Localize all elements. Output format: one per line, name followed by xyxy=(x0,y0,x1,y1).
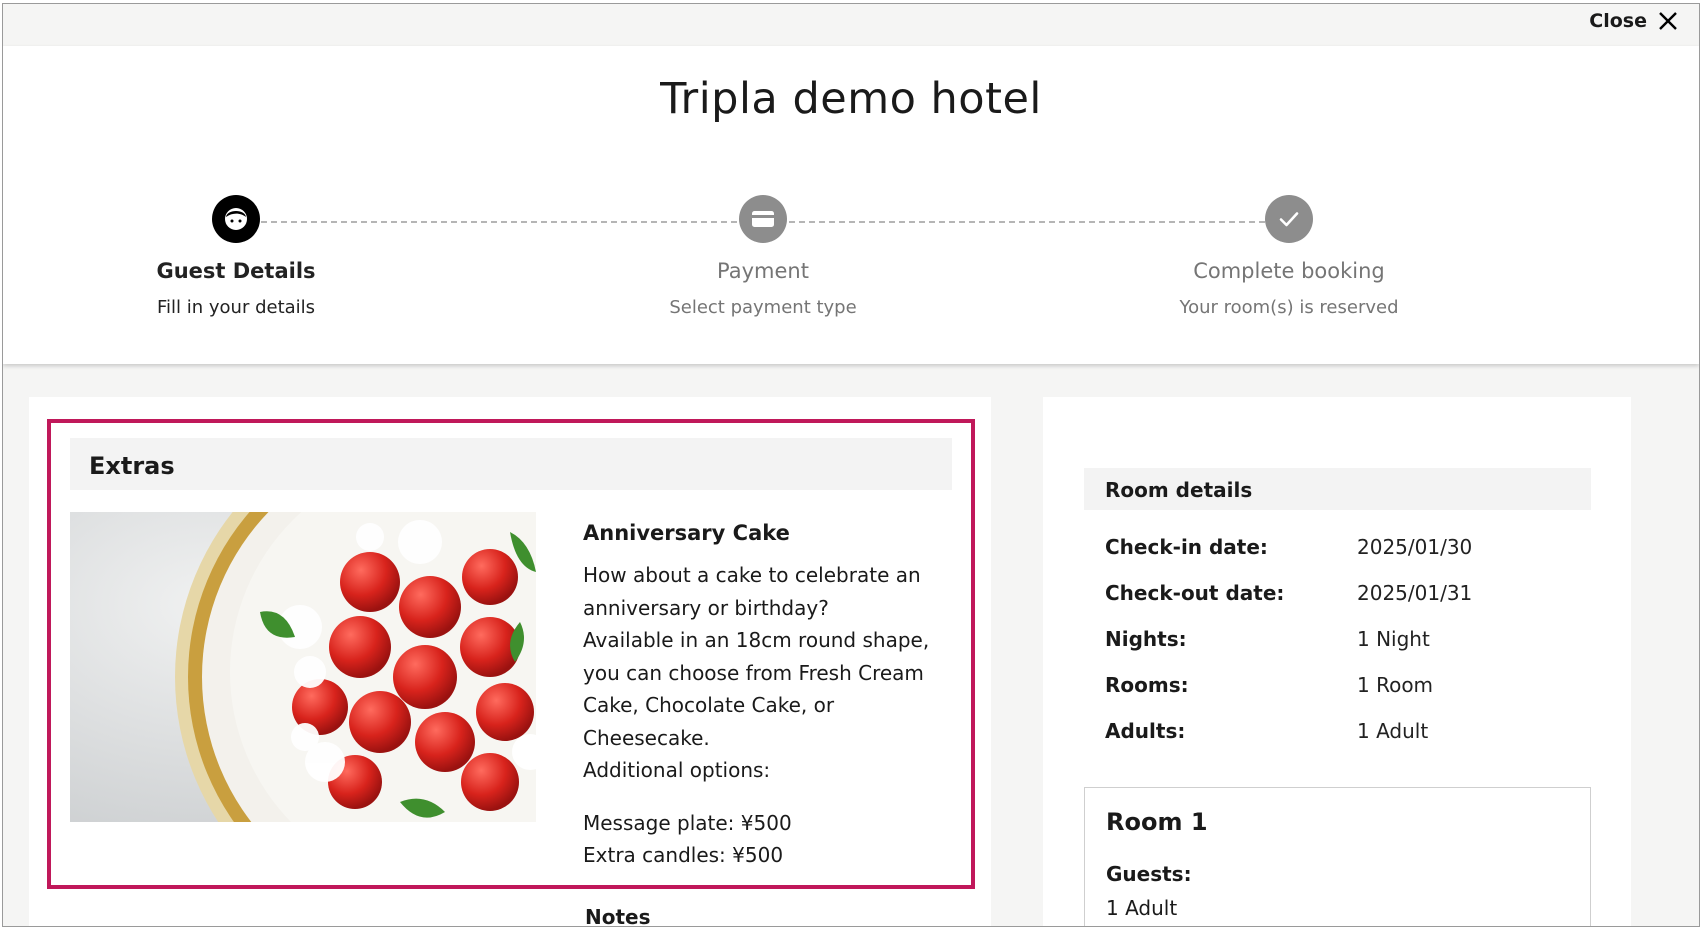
detail-value: 2025/01/30 xyxy=(1357,535,1473,559)
detail-row-check-in: Check-in date: 2025/01/30 xyxy=(1105,524,1585,570)
detail-row-rooms: Rooms: 1 Room xyxy=(1105,662,1585,708)
room-details-heading: Room details xyxy=(1084,468,1591,510)
detail-label: Rooms: xyxy=(1105,673,1189,697)
detail-label: Adults: xyxy=(1105,719,1186,743)
step-title: Complete booking xyxy=(1193,259,1385,283)
close-label: Close xyxy=(1589,10,1647,32)
guests-label: Guests: xyxy=(1106,862,1192,886)
step-complete-booking: Complete booking Your room(s) is reserve… xyxy=(1109,195,1469,318)
detail-value: 1 Night xyxy=(1357,627,1430,651)
detail-label: Check-in date: xyxy=(1105,535,1268,559)
close-button[interactable]: Close xyxy=(1589,10,1679,32)
step-guest-details: Guest Details Fill in your details xyxy=(56,195,416,318)
extra-item-info: Anniversary Cake How about a cake to cel… xyxy=(583,521,943,872)
checkmark-icon xyxy=(1265,195,1313,243)
room-details-list: Check-in date: 2025/01/30 Check-out date… xyxy=(1105,524,1585,754)
extra-item-options: Message plate: ¥500 Extra candles: ¥500 xyxy=(583,810,792,868)
detail-label: Check-out date: xyxy=(1105,581,1285,605)
step-title: Guest Details xyxy=(156,259,316,283)
detail-row-adults: Adults: 1 Adult xyxy=(1105,708,1585,754)
guest-face-icon xyxy=(212,195,260,243)
detail-label: Nights: xyxy=(1105,627,1187,651)
step-subtitle: Your room(s) is reserved xyxy=(1179,297,1399,318)
detail-row-check-out: Check-out date: 2025/01/31 xyxy=(1105,570,1585,616)
step-title: Payment xyxy=(717,259,809,283)
guests-value: 1 Adult xyxy=(1106,896,1178,920)
extra-item-name: Anniversary Cake xyxy=(583,521,790,545)
extras-section: Extras Anniversary Cake How about a cake… xyxy=(47,419,975,889)
detail-value: 1 Adult xyxy=(1357,719,1429,743)
detail-row-nights: Nights: 1 Night xyxy=(1105,616,1585,662)
hotel-title: Tripla demo hotel xyxy=(660,74,1042,124)
extras-heading: Extras xyxy=(70,438,952,490)
detail-value: 2025/01/31 xyxy=(1357,581,1473,605)
anniversary-cake-image xyxy=(70,512,536,822)
step-subtitle: Fill in your details xyxy=(156,297,316,318)
top-bar: Close xyxy=(3,4,1699,46)
step-payment: Payment Select payment type xyxy=(583,195,943,318)
booking-header: Tripla demo hotel Guest Details Fill in … xyxy=(3,46,1699,364)
booking-window: Close Tripla demo hotel Guest Details Fi… xyxy=(2,3,1700,927)
close-icon xyxy=(1659,12,1677,30)
booking-form-panel: Extras Anniversary Cake How about a cake… xyxy=(29,397,991,927)
credit-card-icon xyxy=(739,195,787,243)
detail-value: 1 Room xyxy=(1357,673,1434,697)
room-card: Room 1 Guests: 1 Adult xyxy=(1084,787,1591,926)
room-title: Room 1 xyxy=(1106,808,1208,836)
notes-label: Notes xyxy=(585,905,651,927)
room-summary-panel: Room details Check-in date: 2025/01/30 C… xyxy=(1043,397,1631,926)
step-subtitle: Select payment type xyxy=(669,297,857,318)
extra-item-description: How about a cake to celebrate an anniver… xyxy=(583,563,930,782)
